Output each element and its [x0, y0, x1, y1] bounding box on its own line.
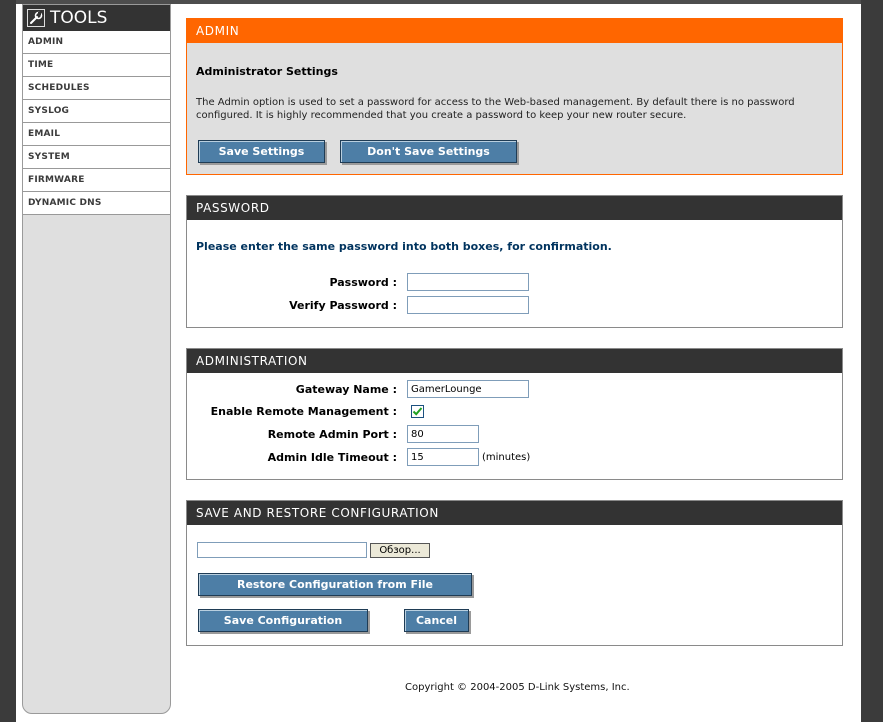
password-panel: PASSWORD Please enter the same password … [186, 195, 843, 328]
password-field[interactable] [407, 273, 529, 291]
sidebar-item-time[interactable]: TIME [23, 54, 170, 77]
admin-panel: ADMIN Administrator Settings The Admin o… [186, 18, 843, 175]
restore-configuration-button[interactable]: Restore Configuration from File [198, 573, 472, 596]
timeout-unit: (minutes) [482, 452, 531, 463]
sidebar-item-syslog[interactable]: SYSLOG [23, 100, 170, 123]
sidebar-item-system[interactable]: SYSTEM [23, 146, 170, 169]
admin-heading: ADMIN [187, 19, 842, 43]
dont-save-settings-button[interactable]: Don't Save Settings [340, 140, 517, 163]
page-frame: TOOLS ADMIN TIME SCHEDULES SYSLOG EMAIL … [16, 0, 861, 722]
verify-password-label: Verify Password : [289, 299, 397, 312]
remote-admin-port-field[interactable] [407, 425, 479, 443]
gateway-name-label: Gateway Name : [295, 383, 397, 396]
restore-heading: SAVE AND RESTORE CONFIGURATION [187, 501, 842, 525]
wrench-icon [27, 9, 45, 27]
administration-heading: ADMINISTRATION [187, 349, 842, 373]
sidebar-item-dynamic-dns[interactable]: DYNAMIC DNS [23, 192, 170, 215]
save-settings-button[interactable]: Save Settings [198, 140, 325, 163]
admin-idle-timeout-field[interactable] [407, 448, 479, 466]
sidebar: TOOLS ADMIN TIME SCHEDULES SYSLOG EMAIL … [22, 4, 171, 714]
gateway-name-field[interactable] [407, 380, 529, 398]
password-note: Please enter the same password into both… [196, 240, 612, 253]
sidebar-title: TOOLS [50, 8, 108, 28]
admin-description: The Admin option is used to set a passwo… [196, 97, 795, 121]
password-heading: PASSWORD [187, 196, 842, 220]
sidebar-item-firmware[interactable]: FIRMWARE [23, 169, 170, 192]
sidebar-item-schedules[interactable]: SCHEDULES [23, 77, 170, 100]
admin-idle-timeout-label: Admin Idle Timeout : [267, 451, 397, 464]
password-label: Password : [329, 276, 397, 289]
admin-subtitle: Administrator Settings [196, 65, 338, 78]
verify-password-field[interactable] [407, 296, 529, 314]
sidebar-item-admin[interactable]: ADMIN [23, 31, 170, 54]
remote-management-label: Enable Remote Management : [210, 405, 397, 418]
remote-management-checkbox[interactable] [411, 405, 424, 418]
administration-panel: ADMINISTRATION Gateway Name : Enable Rem… [186, 348, 843, 480]
checkmark-icon [412, 407, 423, 416]
browse-button[interactable]: Обзор... [370, 543, 430, 558]
copyright: Copyright © 2004-2005 D-Link Systems, In… [405, 682, 630, 693]
cancel-button[interactable]: Cancel [404, 609, 469, 632]
save-configuration-button[interactable]: Save Configuration [198, 609, 368, 632]
remote-admin-port-label: Remote Admin Port : [267, 428, 397, 441]
config-file-field[interactable] [197, 542, 367, 558]
restore-panel: SAVE AND RESTORE CONFIGURATION Обзор... … [186, 500, 843, 646]
sidebar-item-email[interactable]: EMAIL [23, 123, 170, 146]
sidebar-header: TOOLS [23, 5, 170, 31]
